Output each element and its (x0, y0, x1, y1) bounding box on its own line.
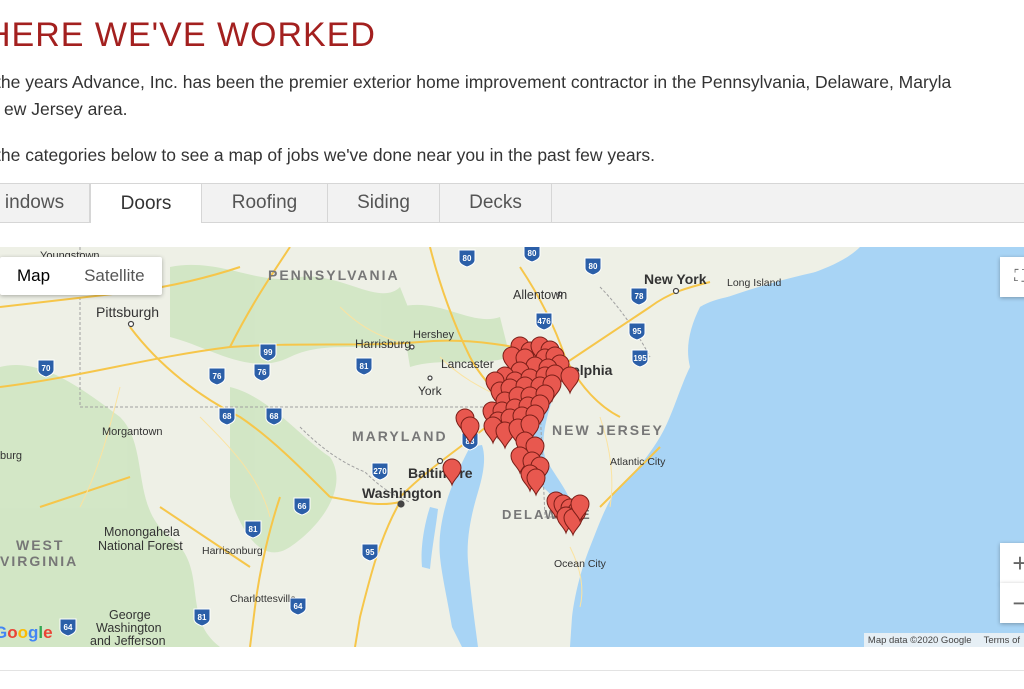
intro-line-2: ew Jersey area. (4, 99, 128, 119)
divider (0, 670, 1024, 671)
label-george-1: George (109, 608, 151, 622)
zoom-out-button[interactable]: − (1000, 583, 1024, 623)
label-ocean-city: Ocean City (554, 558, 607, 570)
jobs-map[interactable]: PENNSYLVANIA MARYLAND NEW JERSEY DELAWAR… (0, 247, 1024, 647)
interstate-shield-icon: 81 (193, 608, 211, 627)
label-atlantic-city: Atlantic City (610, 456, 666, 468)
label-maryland: MARYLAND (352, 428, 448, 444)
interstate-shield-label: 64 (294, 602, 303, 611)
interstate-shield-label: 68 (223, 412, 232, 421)
label-morgantown: Morgantown (102, 426, 163, 438)
interstate-shield-label: 270 (373, 467, 387, 476)
label-burg: burg (0, 450, 22, 462)
interstate-shield-label: 76 (213, 372, 222, 381)
interstate-shield-label: 80 (589, 262, 598, 271)
interstate-shield-icon: 81 (355, 357, 373, 376)
interstate-shield-label: 95 (366, 548, 375, 557)
label-charlottesville: Charlottesville (230, 593, 296, 605)
map-attribution: Map data ©2020 Google Terms of (863, 633, 1024, 647)
interstate-shield-label: 95 (633, 327, 642, 336)
interstate-shield-label: 81 (249, 525, 258, 534)
label-west-virginia-1: WEST (16, 537, 64, 553)
interstate-shield-label: 81 (198, 613, 207, 622)
interstate-shield-label: 64 (64, 623, 73, 632)
interstate-shield-icon: 80 (458, 249, 476, 268)
label-harrisburg: Harrisburg (355, 337, 411, 351)
label-york: York (418, 384, 443, 398)
forest-areas (0, 264, 510, 647)
label-allentown: Allentown (513, 288, 567, 302)
interstate-shield-label: 99 (264, 348, 273, 357)
label-lancaster: Lancaster (441, 357, 494, 371)
terms-link[interactable]: Terms of (984, 635, 1020, 646)
interstate-shield-icon: 64 (289, 597, 307, 616)
label-hershey: Hershey (413, 329, 454, 341)
interstate-shield-label: 68 (270, 412, 279, 421)
tab-decks[interactable]: Decks (440, 184, 552, 222)
zoom-in-button[interactable]: + (1000, 543, 1024, 584)
interstate-shield-icon: 64 (59, 618, 77, 637)
ocean (570, 247, 1024, 647)
tab-windows[interactable]: indows (0, 184, 90, 222)
interstate-shield-icon: 70 (37, 359, 55, 378)
label-long-island: Long Island (727, 277, 781, 289)
label-harrisonburg: Harrisonburg (202, 545, 263, 557)
interstate-shield-icon: 66 (293, 497, 311, 516)
interstate-shield-label: 80 (528, 249, 537, 258)
interstate-shield-icon: 99 (259, 343, 277, 362)
interstate-shield-label: 80 (463, 254, 472, 263)
label-pennsylvania: PENNSYLVANIA (268, 267, 400, 283)
map-type-control: Map Satellite (0, 257, 162, 295)
tab-roofing[interactable]: Roofing (202, 184, 328, 222)
intro-instructions: the categories below to see a map of job… (0, 145, 656, 165)
interstate-shield-icon: 68 (265, 407, 283, 426)
label-west-virginia-2: VIRGINIA (0, 553, 78, 569)
label-new-york: New York (644, 271, 707, 287)
label-monongahela-1: Monongahela (104, 525, 180, 539)
label-pittsburgh: Pittsburgh (96, 304, 159, 320)
interstate-shield-icon: 476 (535, 312, 553, 331)
interstate-shield-icon: 80 (584, 257, 602, 276)
label-george-2: Washington (96, 621, 162, 635)
map-canvas: PENNSYLVANIA MARYLAND NEW JERSEY DELAWAR… (0, 247, 1024, 647)
intro-line-1: the years Advance, Inc. has been the pre… (0, 72, 952, 92)
interstate-shield-icon: 76 (208, 367, 226, 386)
label-new-jersey: NEW JERSEY (552, 422, 664, 438)
interstate-shield-icon: 80 (523, 247, 541, 263)
interstate-shield-icon: 95 (361, 543, 379, 562)
interstate-shield-icon: 76 (253, 363, 271, 382)
interstate-shield-label: 476 (537, 317, 551, 326)
interstate-shield-icon: 78 (630, 287, 648, 306)
interstate-shield-label: 78 (635, 292, 644, 301)
job-marker-icon[interactable] (560, 366, 580, 395)
interstate-shield-icon: 95 (628, 322, 646, 341)
map-data-credit: Map data ©2020 Google (867, 634, 972, 646)
interstate-shield-label: 66 (298, 502, 307, 511)
intro-text: the years Advance, Inc. has been the pre… (0, 69, 1024, 123)
interstate-shield-label: 70 (42, 364, 51, 373)
fullscreen-icon[interactable]: ⛶ (1000, 257, 1024, 297)
interstate-shield-icon: 68 (218, 407, 236, 426)
label-george-3: and Jefferson (90, 634, 166, 647)
tab-doors[interactable]: Doors (90, 184, 202, 223)
label-baltimore: Baltimore (408, 465, 473, 481)
interstate-shield-label: 81 (360, 362, 369, 371)
label-washington: Washington (362, 485, 442, 501)
tab-siding[interactable]: Siding (328, 184, 440, 222)
interstate-shield-icon: 270 (371, 462, 389, 481)
interstate-shield-icon: 195 (631, 349, 649, 368)
interstate-shield-label: 195 (633, 354, 647, 363)
category-tabs: indows Doors Roofing Siding Decks (0, 183, 1024, 223)
interstate-shield-icon: 81 (244, 520, 262, 539)
google-logo: Google (0, 623, 53, 642)
interstate-shield-label: 76 (258, 368, 267, 377)
page-title: HERE WE'VE WORKED (0, 16, 376, 54)
map-type-satellite-button[interactable]: Satellite (67, 257, 161, 295)
map-type-map-button[interactable]: Map (0, 257, 67, 295)
label-monongahela-2: National Forest (98, 539, 183, 553)
